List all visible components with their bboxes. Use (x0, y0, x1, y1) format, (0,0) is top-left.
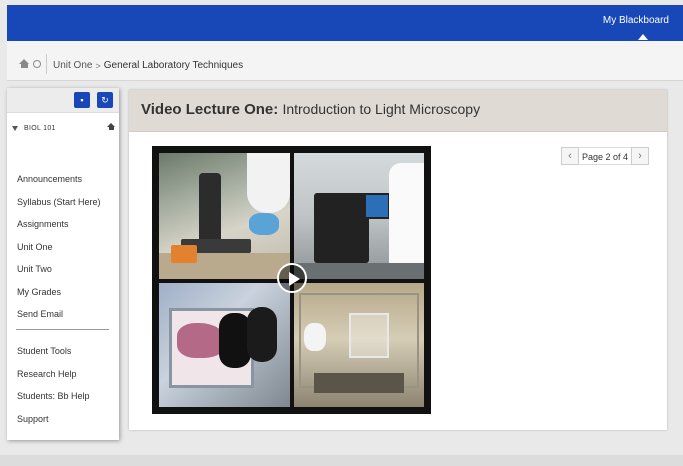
sidebar-item-research-help[interactable]: Research Help (7, 363, 119, 386)
sidebar-item-students-bb-help[interactable]: Students: Bb Help (7, 385, 119, 408)
next-page-button[interactable]: › (631, 147, 649, 165)
breadcrumb: Unit One > General Laboratory Techniques (53, 60, 243, 71)
video-thumbnail-eyepiece (159, 283, 290, 407)
breadcrumb-separator: > (95, 60, 101, 71)
breadcrumb-bar: Unit One > General Laboratory Techniques (7, 41, 683, 81)
course-menu-secondary: Student Tools Research Help Students: Bb… (7, 340, 119, 430)
gloved-hand-shape (304, 323, 326, 351)
lab-coat-shape (247, 153, 290, 213)
floor-shape (294, 263, 424, 279)
sidebar-item-my-grades[interactable]: My Grades (7, 281, 119, 304)
sidebar-item-syllabus[interactable]: Syllabus (Start Here) (7, 191, 119, 214)
my-blackboard-menu[interactable]: My Blackboard (603, 15, 669, 26)
page-title: Video Lecture One: Introduction to Light… (141, 101, 480, 118)
sidebar-item-send-email[interactable]: Send Email (7, 303, 119, 326)
course-name[interactable]: BIOL 101 (24, 125, 56, 132)
tray-shape (314, 373, 404, 393)
content-area: Video Lecture One: Introduction to Light… (129, 90, 667, 430)
collapse-triangle-icon[interactable] (12, 125, 18, 131)
sidebar-item-student-tools[interactable]: Student Tools (7, 340, 119, 363)
sidebar-item-announcements[interactable]: Announcements (7, 168, 119, 191)
top-nav-bar: My Blackboard (7, 5, 683, 41)
page-title-bold: Video Lecture One: (141, 101, 279, 118)
sidebar-item-assignments[interactable]: Assignments (7, 213, 119, 236)
video-thumbnail-fume-hood (294, 283, 424, 407)
eyepiece-shape (247, 307, 277, 362)
breadcrumb-link-unit-one[interactable]: Unit One (53, 60, 92, 71)
lab-coat-shape (389, 163, 424, 263)
video-player[interactable] (152, 146, 431, 414)
sidebar-toolbar: ▪ ↻ (7, 88, 119, 113)
course-home-icon[interactable] (107, 123, 115, 130)
sidebar-item-support[interactable]: Support (7, 408, 119, 431)
bottom-strip (0, 455, 683, 466)
instrument-shape (314, 193, 369, 263)
monitor-shape (364, 193, 390, 219)
menu-divider (16, 329, 109, 330)
history-icon[interactable] (33, 59, 41, 68)
course-menu-primary: Announcements Syllabus (Start Here) Assi… (7, 168, 119, 326)
glassware-shape (349, 313, 389, 358)
content-header: Video Lecture One: Introduction to Light… (129, 90, 667, 132)
microscope-shape (199, 173, 221, 243)
video-thumbnail-instrument (294, 153, 424, 279)
page-navigator: ‹ Page 2 of 4 › (560, 147, 649, 165)
sidebar-item-unit-one[interactable]: Unit One (7, 236, 119, 259)
video-thumbnail-microscope-bench (159, 153, 290, 279)
menu-caret-icon[interactable] (638, 34, 648, 40)
previous-page-button[interactable]: ‹ (560, 147, 579, 165)
course-title-row[interactable]: BIOL 101 (7, 113, 119, 143)
home-icon[interactable] (19, 59, 30, 68)
page-title-subtitle: Introduction to Light Microscopy (282, 101, 481, 117)
page-indicator: Page 2 of 4 (578, 147, 631, 165)
breadcrumb-current: General Laboratory Techniques (103, 60, 244, 71)
play-icon[interactable] (277, 263, 307, 293)
refresh-icon[interactable]: ↻ (97, 92, 113, 108)
course-menu-sidebar: ▪ ↻ BIOL 101 Announcements Syllabus (Sta… (7, 88, 119, 440)
breadcrumb-icons (19, 59, 41, 68)
blue-glove-shape (249, 213, 279, 235)
folder-icon[interactable]: ▪ (74, 92, 90, 108)
sidebar-item-unit-two[interactable]: Unit Two (7, 258, 119, 281)
breadcrumb-divider (46, 54, 47, 74)
orange-device-shape (171, 245, 197, 263)
